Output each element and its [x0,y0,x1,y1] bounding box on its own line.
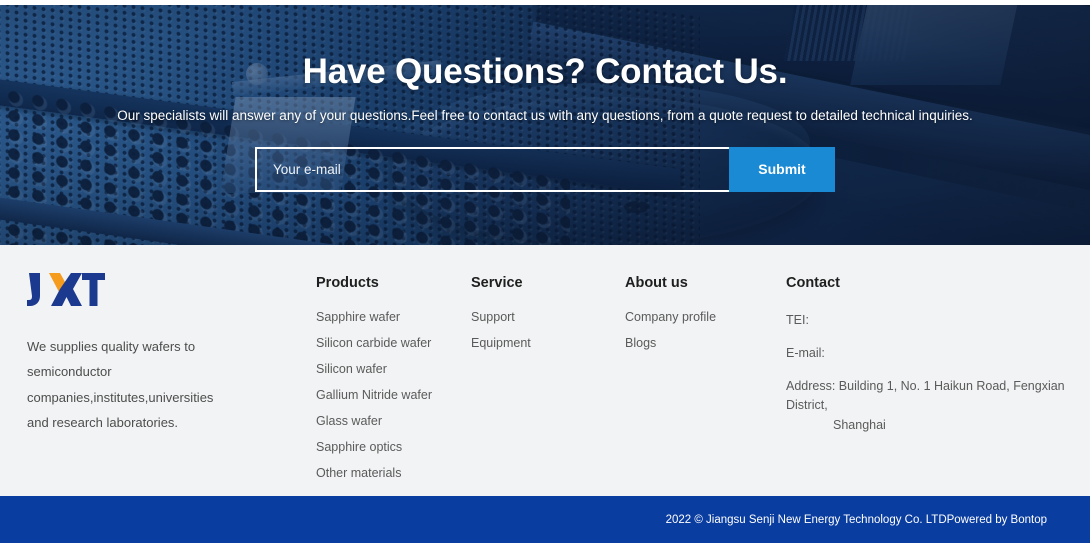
footer-link-silicon-wafer[interactable]: Silicon wafer [316,363,466,376]
jxt-logo[interactable] [27,273,237,311]
brand-description: We supplies quality wafers to semiconduc… [27,339,214,431]
page-root: Have Questions? Contact Us. Our speciali… [0,0,1090,543]
footer-column-service: Service Support Equipment [471,275,611,363]
footer-brand-column: We supplies quality wafers to semiconduc… [27,273,237,435]
copyright-bar: 2022 © Jiangsu Senji New Energy Technolo… [0,496,1090,543]
footer-link-sapphire-optics[interactable]: Sapphire optics [316,441,466,454]
footer-column-title: About us [625,275,688,291]
footer-link-blogs[interactable]: Blogs [625,337,775,350]
contact-address: Address: Building 1, No. 1 Haikun Road, … [786,377,1071,435]
email-input[interactable] [255,146,729,192]
site-footer: We supplies quality wafers to semiconduc… [0,245,1090,496]
footer-column-products: Products Sapphire wafer Silicon carbide … [316,275,466,493]
footer-column-about-us: About us Company profile Blogs [625,275,775,363]
footer-column-contact: Contact TEI: E-mail: Address: Building 1… [786,275,1071,435]
submit-button[interactable]: Submit [729,146,835,192]
footer-link-equipment[interactable]: Equipment [471,337,611,350]
contact-tel: TEI: [786,313,809,327]
contact-email: E-mail: [786,345,825,360]
footer-column-title: Contact [786,275,840,291]
contact-address-line1: Address: Building 1, No. 1 Haikun Road, … [786,378,1065,413]
footer-link-support[interactable]: Support [471,311,611,324]
footer-link-company-profile[interactable]: Company profile [625,311,775,324]
footer-column-title: Service [471,275,523,291]
contact-address-line2: Shanghai [833,417,886,432]
footer-link-sapphire-wafer[interactable]: Sapphire wafer [316,311,466,324]
footer-link-other-materials[interactable]: Other materials [316,467,466,480]
newsletter-contact-form: Submit [255,146,835,192]
hero-subtitle: Our specialists will answer any of your … [117,107,973,123]
hero-section: Have Questions? Contact Us. Our speciali… [0,5,1090,245]
footer-column-title: Products [316,275,379,291]
copyright-text: 2022 © Jiangsu Senji New Energy Technolo… [665,513,1047,526]
footer-link-silicon-carbide-wafer[interactable]: Silicon carbide wafer [316,337,466,350]
hero-title: Have Questions? Contact Us. [302,52,788,91]
footer-link-gallium-nitride-wafer[interactable]: Gallium Nitride wafer [316,389,466,402]
footer-link-glass-wafer[interactable]: Glass wafer [316,415,466,428]
